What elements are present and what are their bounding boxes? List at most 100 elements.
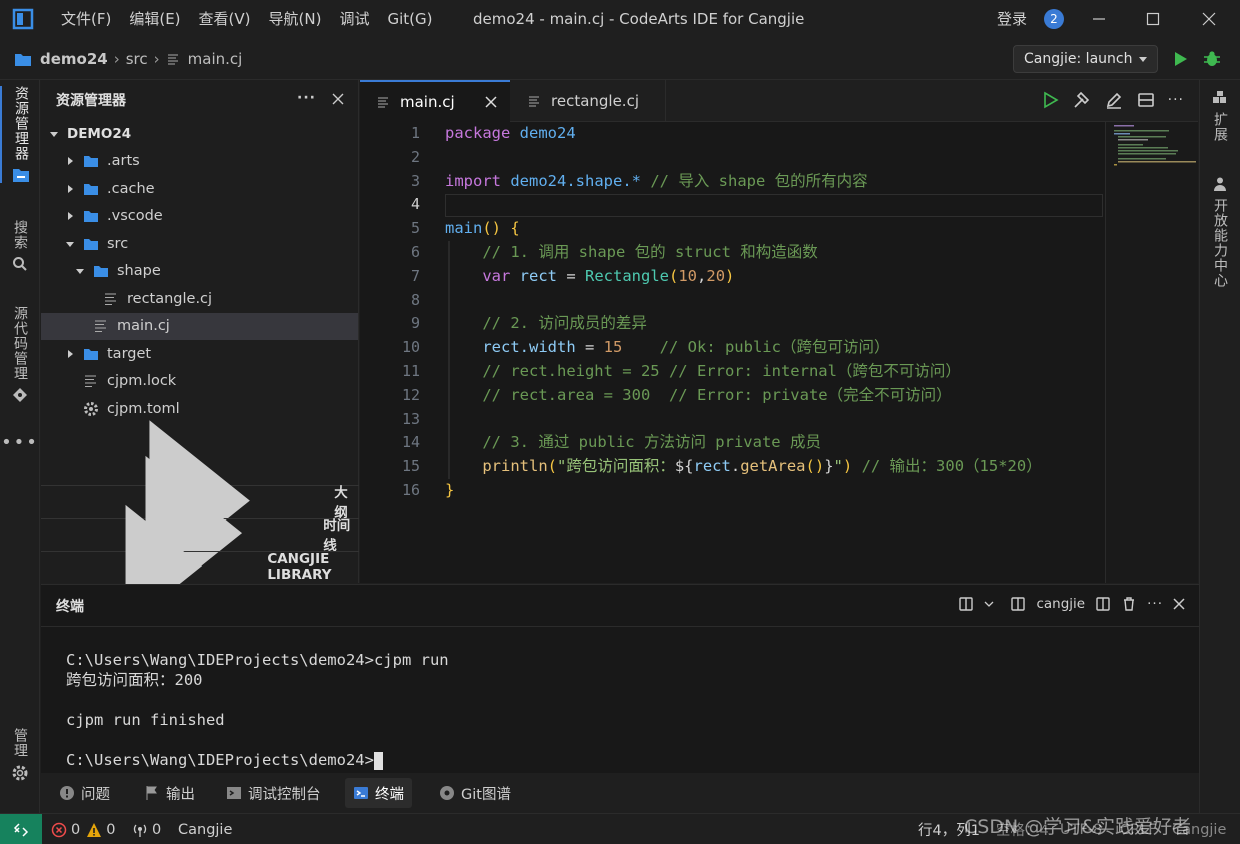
panel-tab-debug-console[interactable]: 调试控制台 (218, 778, 329, 808)
remote-icon (13, 822, 29, 837)
debug-bug-icon[interactable] (1202, 49, 1222, 69)
notification-badge[interactable]: 2 (1044, 9, 1064, 29)
breadcrumb-file[interactable]: main.cj (188, 50, 243, 68)
menu-view[interactable]: 查看(V) (190, 0, 260, 38)
extensions-icon (1213, 91, 1226, 103)
tab-rectangle-cj[interactable]: rectangle.cj (511, 80, 666, 122)
activity-manage[interactable]: 管理 (0, 728, 40, 782)
tree-item[interactable]: .cache (41, 175, 358, 203)
ports-status[interactable]: 0 (132, 814, 161, 844)
git-graph-icon (440, 786, 454, 800)
panel-tab-terminal[interactable]: 终端 (345, 778, 412, 808)
panel-tab-terminal-label: 终端 (375, 786, 404, 803)
menu-debug[interactable]: 调试 (330, 0, 378, 38)
code-area[interactable]: package demo24 import demo24.shape.* // … (445, 122, 1105, 503)
menu-bar: 文件(F) 编辑(E) 查看(V) 导航(N) 调试 Git(G) (52, 0, 441, 38)
terminal-output[interactable]: C:\Users\Wang\IDEProjects\demo24> cjpm ru… (66, 650, 449, 770)
launch-config-select[interactable]: Cangjie: launch (1013, 45, 1158, 73)
line-number: 11 (401, 361, 420, 380)
minimap[interactable] (1105, 122, 1198, 583)
file-lines-icon (529, 96, 539, 107)
tree-item[interactable]: .vscode (41, 203, 358, 231)
menu-file[interactable]: 文件(F) (52, 0, 120, 38)
title-bar: 文件(F) 编辑(E) 查看(V) 导航(N) 调试 Git(G) demo24… (0, 0, 1240, 38)
tree-item[interactable]: src (41, 230, 358, 258)
terminal-shell-label[interactable]: cangjie (1036, 596, 1085, 612)
panel-tab-git-label: Git图谱 (461, 786, 511, 803)
chevron-down-icon[interactable] (984, 599, 994, 609)
activity-source-control[interactable]: 源代码管理 (0, 306, 40, 403)
panel-tab-output-label: 输出 (166, 786, 195, 803)
panel-tab-problems[interactable]: 问题 (51, 778, 118, 808)
line-number: 7 (410, 266, 420, 285)
section-cangjie-library[interactable]: CANGJIE LIBRARY (41, 505, 359, 628)
tree-item[interactable]: shape (41, 258, 358, 286)
tree-item[interactable]: .arts (41, 148, 358, 176)
code-line: } (445, 480, 455, 499)
tree-root[interactable]: DEMO24 (41, 120, 358, 148)
activity-more[interactable]: ••• (0, 432, 40, 453)
folder-icon (84, 211, 98, 223)
code-line: // rect.area = 300 // Error: private（完全不… (482, 385, 952, 404)
activity-manage-label: 管理 (12, 728, 28, 758)
tree-item[interactable]: main.cj (41, 312, 358, 340)
activity-open-center-label: 开放能力中心 (1212, 198, 1228, 288)
chevron-right-icon (68, 184, 73, 193)
minimize-button[interactable] (1076, 0, 1122, 38)
code-line: println("跨包访问面积：${rect.getArea()}") // 输… (482, 457, 1042, 476)
minimap-preview (1114, 125, 1196, 166)
chevron-right-icon: › (113, 50, 120, 68)
language-status[interactable]: Cangjie (178, 814, 232, 844)
terminal-icon (354, 787, 368, 799)
split-terminal-icon[interactable] (958, 596, 974, 612)
line-number: 6 (410, 242, 420, 261)
file-lines-icon (167, 54, 178, 65)
chevron-down-icon (50, 131, 58, 137)
chevron-right-icon: › (153, 50, 160, 68)
tree-item[interactable]: rectangle.cj (41, 285, 358, 313)
chevron-down-icon (76, 269, 84, 275)
tab-rectangle-label: rectangle.cj (551, 92, 639, 110)
close-sidebar-icon[interactable] (332, 93, 344, 105)
terminal-prompt: C:\Users\Wang\IDEProjects\demo24> (66, 751, 374, 769)
edit-pencil-icon[interactable] (1104, 90, 1124, 110)
more-actions-icon[interactable]: ··· (297, 90, 316, 106)
run-icon[interactable] (1170, 49, 1190, 69)
panel-tab-output[interactable]: 输出 (136, 778, 203, 808)
split-editor-icon[interactable] (1136, 90, 1156, 110)
file-lines-icon (105, 293, 116, 305)
terminal-instance-icon (1011, 597, 1026, 611)
breadcrumb-project[interactable]: demo24 (40, 50, 108, 68)
problems-status[interactable]: 0 0 (51, 814, 115, 844)
activity-extensions[interactable]: 扩展 (1200, 90, 1240, 142)
build-hammer-icon[interactable] (1072, 90, 1092, 110)
close-window-button[interactable] (1186, 0, 1232, 38)
code-line: rect.width = 15 // Ok: public（跨包可访问） (482, 338, 890, 357)
menu-navigate[interactable]: 导航(N) (260, 0, 331, 38)
panel-tab-git-graph[interactable]: Git图谱 (431, 778, 519, 808)
close-tab-icon[interactable] (485, 96, 497, 108)
more-actions-icon[interactable]: ··· (1147, 596, 1163, 612)
split-icon[interactable] (1095, 596, 1111, 612)
menu-git[interactable]: Git(G) (378, 0, 441, 38)
tree-item-label: src (107, 235, 129, 252)
maximize-button[interactable] (1130, 0, 1176, 38)
run-file-icon[interactable] (1040, 90, 1060, 110)
window-title: demo24 - main.cj - CodeArts IDE for Cang… (473, 10, 805, 28)
activity-open-center[interactable]: 开放能力中心 (1200, 176, 1240, 288)
activity-search[interactable]: 搜索 (0, 220, 40, 272)
code-editor[interactable]: 1 2 3 4 5 6 7 8 9 10 11 12 13 14 15 16 package demo24 i… (360, 122, 1198, 583)
close-icon (1202, 12, 1216, 26)
login-button[interactable]: 登录 (997, 0, 1027, 38)
close-panel-icon[interactable] (1173, 598, 1185, 610)
breadcrumb-folder[interactable]: src (126, 50, 148, 68)
tab-main-cj[interactable]: main.cj (360, 80, 510, 122)
code-line: // 3. 通过 public 方法访问 private 成员 (482, 433, 821, 452)
menu-edit[interactable]: 编辑(E) (120, 0, 189, 38)
chevron-right-icon (68, 157, 73, 166)
more-actions-icon[interactable]: ··· (1168, 90, 1184, 110)
remote-indicator[interactable] (0, 814, 42, 844)
terminal-prompt-line[interactable]: C:\Users\Wang\IDEProjects\demo24> (66, 750, 449, 770)
activity-explorer[interactable]: 资源管理器 (0, 86, 40, 183)
trash-icon[interactable] (1121, 596, 1137, 612)
